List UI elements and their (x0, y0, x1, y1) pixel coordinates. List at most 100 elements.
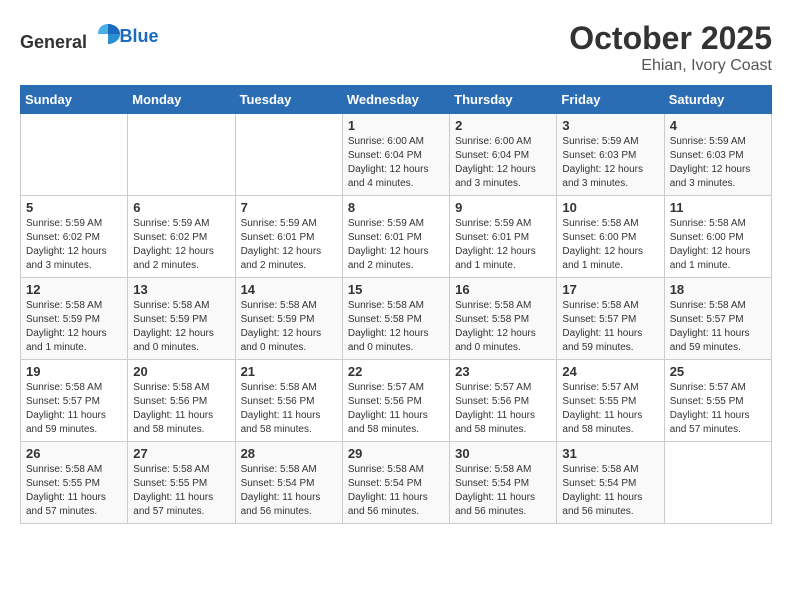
day-info: Sunrise: 5:58 AM Sunset: 5:59 PM Dayligh… (133, 299, 229, 355)
week-row-2: 12 Sunrise: 5:58 AM Sunset: 5:59 PM Dayli… (21, 278, 772, 360)
day-number: 10 (562, 200, 658, 215)
logo-text-general: General (20, 32, 87, 52)
week-row-1: 5 Sunrise: 5:59 AM Sunset: 6:02 PM Daylig… (21, 196, 772, 278)
day-number: 23 (455, 364, 551, 379)
day-number: 17 (562, 282, 658, 297)
day-number: 18 (670, 282, 766, 297)
calendar-cell: 24 Sunrise: 5:57 AM Sunset: 5:55 PM Dayli… (557, 360, 664, 442)
day-number: 24 (562, 364, 658, 379)
day-info: Sunrise: 5:58 AM Sunset: 5:56 PM Dayligh… (133, 381, 229, 437)
calendar-cell: 13Sunrise: 5:58 AM Sunset: 5:59 PM Dayli… (128, 278, 235, 360)
day-number: 22 (348, 364, 444, 379)
day-info: Sunrise: 5:58 AM Sunset: 5:54 PM Dayligh… (455, 463, 551, 519)
calendar-cell: 6 Sunrise: 5:59 AM Sunset: 6:02 PM Daylig… (128, 196, 235, 278)
calendar-cell: 25Sunrise: 5:57 AM Sunset: 5:55 PM Dayli… (664, 360, 771, 442)
day-number: 7 (241, 200, 337, 215)
calendar-cell: 16 Sunrise: 5:58 AM Sunset: 5:58 PM Dayli… (450, 278, 557, 360)
logo-icon (94, 20, 122, 48)
day-info: Sunrise: 5:57 AM Sunset: 5:55 PM Dayligh… (670, 381, 766, 437)
calendar-cell: 23 Sunrise: 5:57 AM Sunset: 5:56 PM Dayli… (450, 360, 557, 442)
logo-text-blue: Blue (120, 26, 159, 47)
day-info: Sunrise: 5:59 AM Sunset: 6:01 PM Dayligh… (348, 217, 444, 273)
weekday-header-row: SundayMondayTuesdayWednesdayThursdayFrid… (21, 86, 772, 114)
week-row-0: 1 Sunrise: 6:00 AM Sunset: 6:04 PM Daylig… (21, 114, 772, 196)
day-number: 11 (670, 200, 766, 215)
day-info: Sunrise: 5:59 AM Sunset: 6:01 PM Dayligh… (455, 217, 551, 273)
weekday-header-friday: Friday (557, 86, 664, 114)
day-info: Sunrise: 5:58 AM Sunset: 5:59 PM Dayligh… (26, 299, 122, 355)
day-number: 5 (26, 200, 122, 215)
week-row-4: 26 Sunrise: 5:58 AM Sunset: 5:55 PM Dayli… (21, 442, 772, 524)
calendar-cell: 1 Sunrise: 6:00 AM Sunset: 6:04 PM Daylig… (342, 114, 449, 196)
day-number: 26 (26, 446, 122, 461)
calendar-cell: 26 Sunrise: 5:58 AM Sunset: 5:55 PM Dayli… (21, 442, 128, 524)
page-header: General Blue October 2025 Ehian, Ivory C… (20, 20, 772, 75)
weekday-header-monday: Monday (128, 86, 235, 114)
day-info: Sunrise: 5:57 AM Sunset: 5:56 PM Dayligh… (348, 381, 444, 437)
day-number: 20 (133, 364, 229, 379)
day-info: Sunrise: 5:58 AM Sunset: 5:55 PM Dayligh… (133, 463, 229, 519)
day-info: Sunrise: 5:58 AM Sunset: 5:54 PM Dayligh… (348, 463, 444, 519)
calendar-cell (21, 114, 128, 196)
day-info: Sunrise: 5:59 AM Sunset: 6:03 PM Dayligh… (670, 135, 766, 191)
day-info: Sunrise: 5:58 AM Sunset: 6:00 PM Dayligh… (562, 217, 658, 273)
weekday-header-saturday: Saturday (664, 86, 771, 114)
day-info: Sunrise: 5:58 AM Sunset: 5:57 PM Dayligh… (562, 299, 658, 355)
day-number: 1 (348, 118, 444, 133)
day-info: Sunrise: 5:58 AM Sunset: 5:58 PM Dayligh… (455, 299, 551, 355)
calendar-cell (235, 114, 342, 196)
week-row-3: 19Sunrise: 5:58 AM Sunset: 5:57 PM Dayli… (21, 360, 772, 442)
day-info: Sunrise: 6:00 AM Sunset: 6:04 PM Dayligh… (348, 135, 444, 191)
title-block: October 2025 Ehian, Ivory Coast (569, 20, 772, 75)
calendar-cell: 8 Sunrise: 5:59 AM Sunset: 6:01 PM Daylig… (342, 196, 449, 278)
day-info: Sunrise: 5:58 AM Sunset: 5:55 PM Dayligh… (26, 463, 122, 519)
day-info: Sunrise: 5:58 AM Sunset: 6:00 PM Dayligh… (670, 217, 766, 273)
calendar-cell: 31Sunrise: 5:58 AM Sunset: 5:54 PM Dayli… (557, 442, 664, 524)
calendar-cell: 30 Sunrise: 5:58 AM Sunset: 5:54 PM Dayli… (450, 442, 557, 524)
calendar-body: 1 Sunrise: 6:00 AM Sunset: 6:04 PM Daylig… (21, 114, 772, 524)
calendar-cell: 3Sunrise: 5:59 AM Sunset: 6:03 PM Daylig… (557, 114, 664, 196)
calendar-cell: 27 Sunrise: 5:58 AM Sunset: 5:55 PM Dayli… (128, 442, 235, 524)
day-info: Sunrise: 5:58 AM Sunset: 5:56 PM Dayligh… (241, 381, 337, 437)
day-number: 12 (26, 282, 122, 297)
calendar-cell: 15 Sunrise: 5:58 AM Sunset: 5:58 PM Dayli… (342, 278, 449, 360)
calendar-table: SundayMondayTuesdayWednesdayThursdayFrid… (20, 85, 772, 524)
day-number: 8 (348, 200, 444, 215)
day-info: Sunrise: 5:58 AM Sunset: 5:57 PM Dayligh… (26, 381, 122, 437)
day-info: Sunrise: 5:58 AM Sunset: 5:58 PM Dayligh… (348, 299, 444, 355)
calendar-cell: 9 Sunrise: 5:59 AM Sunset: 6:01 PM Daylig… (450, 196, 557, 278)
calendar-cell: 22 Sunrise: 5:57 AM Sunset: 5:56 PM Dayli… (342, 360, 449, 442)
calendar-cell: 12 Sunrise: 5:58 AM Sunset: 5:59 PM Dayli… (21, 278, 128, 360)
day-info: Sunrise: 5:57 AM Sunset: 5:55 PM Dayligh… (562, 381, 658, 437)
day-info: Sunrise: 6:00 AM Sunset: 6:04 PM Dayligh… (455, 135, 551, 191)
day-number: 29 (348, 446, 444, 461)
day-info: Sunrise: 5:59 AM Sunset: 6:02 PM Dayligh… (26, 217, 122, 273)
calendar-cell: 28Sunrise: 5:58 AM Sunset: 5:54 PM Dayli… (235, 442, 342, 524)
logo: General Blue (20, 20, 159, 53)
calendar-cell: 14Sunrise: 5:58 AM Sunset: 5:59 PM Dayli… (235, 278, 342, 360)
day-number: 4 (670, 118, 766, 133)
day-info: Sunrise: 5:57 AM Sunset: 5:56 PM Dayligh… (455, 381, 551, 437)
day-number: 6 (133, 200, 229, 215)
weekday-header-tuesday: Tuesday (235, 86, 342, 114)
day-number: 27 (133, 446, 229, 461)
day-info: Sunrise: 5:58 AM Sunset: 5:57 PM Dayligh… (670, 299, 766, 355)
day-number: 21 (241, 364, 337, 379)
day-number: 14 (241, 282, 337, 297)
calendar-cell: 19Sunrise: 5:58 AM Sunset: 5:57 PM Dayli… (21, 360, 128, 442)
day-number: 15 (348, 282, 444, 297)
month-title: October 2025 (569, 20, 772, 57)
day-number: 16 (455, 282, 551, 297)
calendar-cell: 20 Sunrise: 5:58 AM Sunset: 5:56 PM Dayli… (128, 360, 235, 442)
calendar-cell: 5 Sunrise: 5:59 AM Sunset: 6:02 PM Daylig… (21, 196, 128, 278)
calendar-cell: 10 Sunrise: 5:58 AM Sunset: 6:00 PM Dayli… (557, 196, 664, 278)
day-info: Sunrise: 5:59 AM Sunset: 6:02 PM Dayligh… (133, 217, 229, 273)
calendar-cell (128, 114, 235, 196)
calendar-cell: 4 Sunrise: 5:59 AM Sunset: 6:03 PM Daylig… (664, 114, 771, 196)
weekday-header-thursday: Thursday (450, 86, 557, 114)
calendar-cell: 17 Sunrise: 5:58 AM Sunset: 5:57 PM Dayli… (557, 278, 664, 360)
day-number: 9 (455, 200, 551, 215)
weekday-header-wednesday: Wednesday (342, 86, 449, 114)
calendar-cell: 18 Sunrise: 5:58 AM Sunset: 5:57 PM Dayli… (664, 278, 771, 360)
day-number: 30 (455, 446, 551, 461)
